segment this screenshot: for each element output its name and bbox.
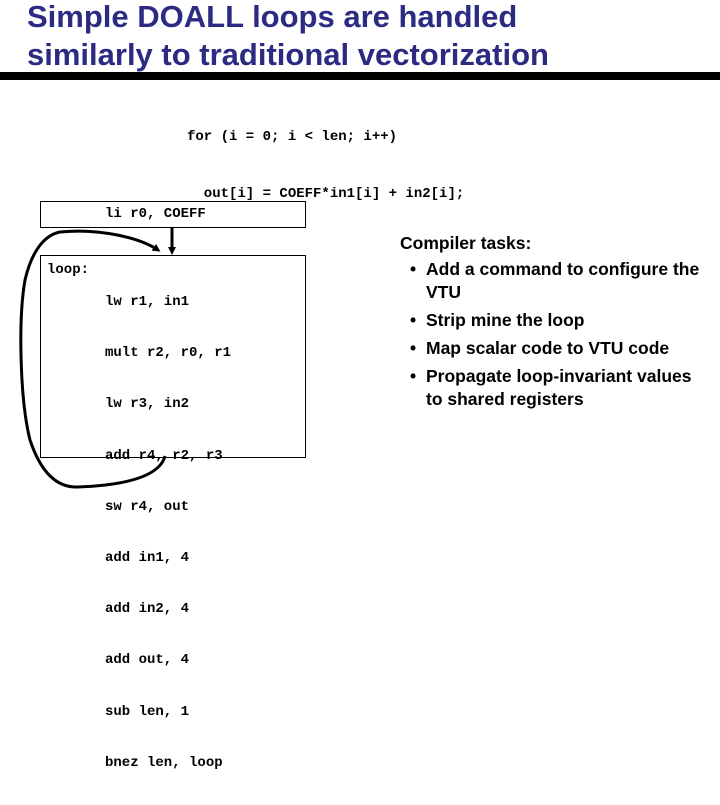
source-line-for: for (i = 0; i < len; i++) [187, 129, 398, 145]
instruction: sw r4, out [105, 498, 190, 515]
instruction: add in1, 4 [105, 549, 190, 566]
compiler-tasks: Compiler tasks: • Add a command to config… [400, 232, 710, 416]
title-divider [0, 72, 720, 80]
list-item: • Map scalar code to VTU code [400, 337, 710, 360]
bullet-icon: • [410, 366, 417, 386]
instruction: add out, 4 [105, 652, 190, 669]
list-item: • Add a command to configure the VTU [400, 258, 710, 304]
task-text: Add a command to configure the VTU [426, 259, 700, 302]
instruction: mult r2, r0, r1 [105, 345, 232, 362]
task-text: Strip mine the loop [426, 310, 585, 330]
instruction: add in2, 4 [105, 601, 190, 618]
instruction: lw r3, in2 [105, 396, 190, 413]
task-text: Propagate loop-invariant values to share… [426, 366, 692, 409]
list-item: • Strip mine the loop [400, 309, 710, 332]
preheader-block: li r0, COEFF [40, 201, 306, 228]
preheader-instruction: li r0, COEFF [105, 206, 206, 222]
bullet-icon: • [410, 338, 417, 358]
instruction: sub len, 1 [105, 703, 190, 720]
task-text: Map scalar code to VTU code [426, 338, 670, 358]
instruction: bnez len, loop [105, 754, 223, 771]
bullet-icon: • [410, 259, 417, 279]
list-item: • Propagate loop-invariant values to shar… [400, 365, 710, 411]
slide-title-line-2: similarly to traditional vectorization [27, 37, 549, 72]
loop-instructions: lw r1, in1 mult r2, r0, r1 lw r3, in2 ad… [105, 261, 231, 805]
slide-title: Simple DOALL loops are handled similarly… [27, 0, 549, 74]
bullet-icon: • [410, 310, 417, 330]
loop-block: loop: lw r1, in1 mult r2, r0, r1 lw r3, … [40, 255, 306, 771]
loop-label: loop: [47, 262, 90, 278]
slide-title-line-1: Simple DOALL loops are handled [27, 0, 518, 34]
compiler-tasks-list: • Add a command to configure the VTU • Str… [400, 258, 710, 411]
instruction: add r4, r2, r3 [105, 447, 223, 464]
instruction: lw r1, in1 [105, 294, 190, 310]
compiler-tasks-heading: Compiler tasks: [400, 233, 532, 253]
